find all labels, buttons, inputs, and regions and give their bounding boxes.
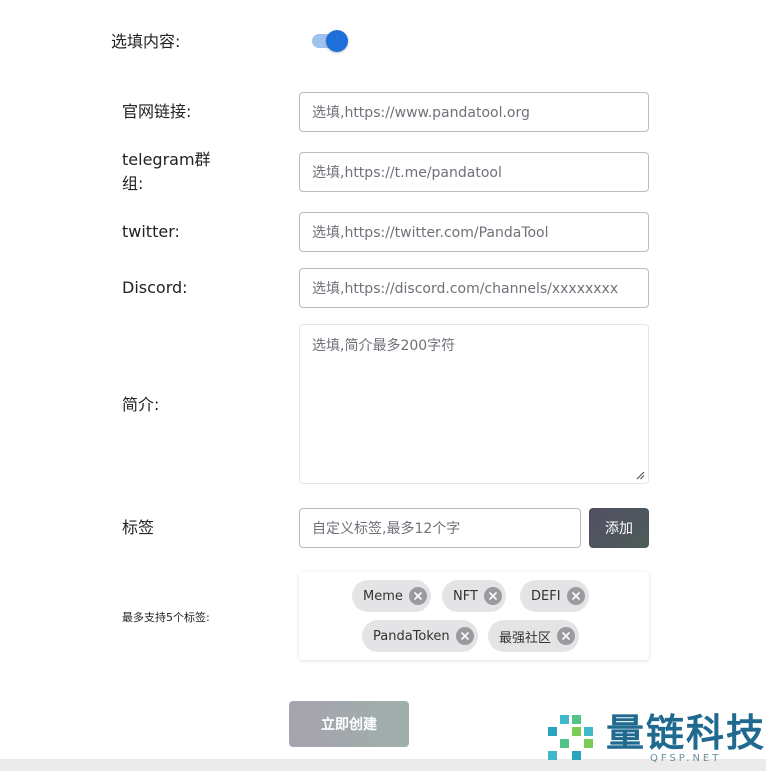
telegram-input[interactable]: 选填,https://t.me/pandatool bbox=[299, 152, 649, 192]
tag-chip-label: NFT bbox=[453, 588, 478, 604]
tags-label: 标签 bbox=[122, 518, 155, 537]
remove-tag-icon[interactable] bbox=[408, 587, 427, 605]
tag-chip: DEFI bbox=[520, 580, 589, 612]
remove-tag-icon[interactable] bbox=[566, 587, 585, 605]
remove-tag-icon[interactable] bbox=[483, 587, 502, 605]
tag-chip: Meme bbox=[352, 580, 431, 612]
watermark-text: 量链科技 bbox=[606, 711, 766, 755]
discord-placeholder: 选填,https://discord.com/channels/xxxxxxxx bbox=[312, 281, 619, 297]
website-placeholder: 选填,https://www.pandatool.org bbox=[312, 105, 530, 121]
toggle-knob[interactable] bbox=[326, 30, 348, 52]
discord-input[interactable]: 选填,https://discord.com/channels/xxxxxxxx bbox=[299, 268, 649, 308]
intro-label: 简介: bbox=[122, 395, 160, 414]
intro-placeholder: 选填,简介最多200字符 bbox=[312, 338, 456, 354]
intro-textarea[interactable]: 选填,简介最多200字符 bbox=[299, 324, 649, 484]
website-label: 官网链接: bbox=[122, 102, 192, 121]
optional-content-label: 选填内容: bbox=[111, 32, 181, 51]
tag-chip-label: 最强社区 bbox=[499, 630, 552, 646]
tag-chip-label: DEFI bbox=[531, 588, 561, 604]
tag-input-placeholder: 自定义标签,最多12个字 bbox=[312, 521, 461, 537]
website-input[interactable]: 选填,https://www.pandatool.org bbox=[299, 92, 649, 132]
tag-chip-label: PandaToken bbox=[373, 628, 450, 644]
watermark: 量链科技 QFSP.NET bbox=[546, 711, 766, 769]
tag-chip-label: Meme bbox=[363, 588, 403, 604]
tag-chip: 最强社区 bbox=[488, 620, 580, 652]
remove-tag-icon[interactable] bbox=[557, 627, 576, 645]
tag-list: Meme NFT DEFI PandaToken 最强社区 bbox=[299, 572, 649, 660]
twitter-label: twitter: bbox=[122, 222, 180, 241]
watermark-logo-icon bbox=[548, 715, 593, 760]
resize-handle-icon[interactable] bbox=[635, 470, 645, 480]
tag-chip: PandaToken bbox=[362, 620, 478, 652]
tag-limit-label: 最多支持5个标签: bbox=[122, 611, 210, 624]
twitter-input[interactable]: 选填,https://twitter.com/PandaTool bbox=[299, 212, 649, 252]
twitter-placeholder: 选填,https://twitter.com/PandaTool bbox=[312, 225, 549, 241]
tag-input[interactable]: 自定义标签,最多12个字 bbox=[299, 508, 581, 548]
telegram-label-line1: telegram群 bbox=[122, 150, 211, 169]
telegram-label-line2: 组: bbox=[122, 174, 144, 193]
remove-tag-icon[interactable] bbox=[455, 627, 474, 645]
discord-label: Discord: bbox=[122, 278, 188, 297]
add-tag-button[interactable]: 添加 bbox=[589, 508, 649, 548]
watermark-subtext: QFSP.NET bbox=[650, 753, 722, 764]
telegram-placeholder: 选填,https://t.me/pandatool bbox=[312, 165, 502, 181]
tag-chip: NFT bbox=[442, 580, 506, 612]
create-now-button[interactable]: 立即创建 bbox=[289, 701, 409, 747]
